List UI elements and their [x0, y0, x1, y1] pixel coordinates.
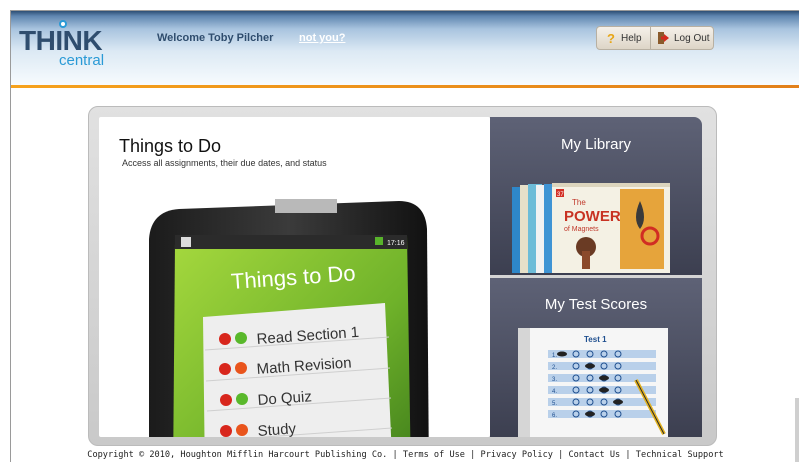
test-sheet-illustration: Test 1 1. 2. 3. 4. 5. 6.: [518, 328, 668, 437]
footer-separator-4: |: [620, 450, 636, 460]
header-button-group: ? Help Log Out: [596, 26, 714, 50]
app-frame: THINK central Welcome Toby Pilcher not y…: [10, 10, 799, 462]
help-label: Help: [621, 32, 642, 44]
logout-button[interactable]: Log Out: [651, 27, 713, 49]
logo-central-text: central: [59, 52, 105, 69]
my-test-scores-tile[interactable]: My Test Scores Test 1 1. 2. 3. 4. 5. 6.: [490, 278, 702, 437]
right-column: My Library 37 The POWER of Magnets My Te…: [490, 117, 702, 437]
technical-support-link[interactable]: Technical Support: [636, 450, 724, 460]
todo-item-4: Study: [257, 420, 297, 437]
footer: Copyright © 2010, Houghton Mifflin Harco…: [11, 450, 799, 460]
test-sheet-title: Test 1: [584, 335, 607, 344]
help-button[interactable]: ? Help: [597, 27, 651, 49]
header-bar: THINK central Welcome Toby Pilcher not y…: [11, 11, 799, 85]
help-question-icon: ?: [607, 30, 615, 46]
handheld-device-illustration: 17:16 Things to Do Read Section 1 Math R…: [149, 199, 429, 437]
footer-separator-2: |: [464, 450, 481, 460]
footer-separator-3: |: [552, 450, 569, 460]
book-title-line1: The: [572, 198, 586, 207]
book-badge: 37: [557, 192, 564, 198]
things-to-do-subtitle: Access all assignments, their due dates,…: [122, 158, 327, 168]
answer-row-1: 1.: [552, 353, 557, 359]
think-central-logo[interactable]: THINK central: [19, 19, 119, 69]
my-library-title: My Library: [560, 136, 631, 153]
privacy-policy-link[interactable]: Privacy Policy: [481, 450, 553, 460]
my-test-scores-title: My Test Scores: [544, 296, 648, 313]
answer-row-5: 5.: [552, 401, 557, 407]
not-you-link[interactable]: not you?: [299, 32, 345, 44]
my-library-tile[interactable]: My Library 37 The POWER of Magnets: [490, 117, 702, 275]
dashboard-panel: Things to Do Access all assignments, the…: [88, 106, 717, 446]
device-clock: 17:16: [387, 240, 405, 247]
copyright-text: Copyright © 2010, Houghton Mifflin Harco…: [87, 450, 388, 460]
logo-dot-icon: [59, 20, 67, 28]
header-divider: [11, 85, 799, 88]
answer-row-2: 2.: [552, 365, 557, 371]
answer-row-3: 3.: [552, 377, 557, 383]
book-title-line3: of Magnets: [564, 226, 599, 233]
terms-of-use-link[interactable]: Terms of Use: [403, 450, 465, 460]
logout-label: Log Out: [674, 32, 710, 44]
answer-row-6: 6.: [552, 413, 557, 419]
window-scrollbar[interactable]: [795, 398, 799, 462]
contact-us-link[interactable]: Contact Us: [568, 450, 620, 460]
welcome-message: Welcome Toby Pilcher: [157, 32, 274, 44]
logout-exit-icon: [658, 32, 669, 44]
books-illustration: 37 The POWER of Magnets: [512, 183, 670, 273]
footer-separator-1: |: [387, 450, 403, 460]
things-to-do-tile[interactable]: Things to Do Access all assignments, the…: [99, 117, 490, 437]
answer-row-4: 4.: [552, 389, 557, 395]
book-title-line2: POWER: [564, 208, 621, 225]
things-to-do-title: Things to Do: [119, 136, 222, 156]
